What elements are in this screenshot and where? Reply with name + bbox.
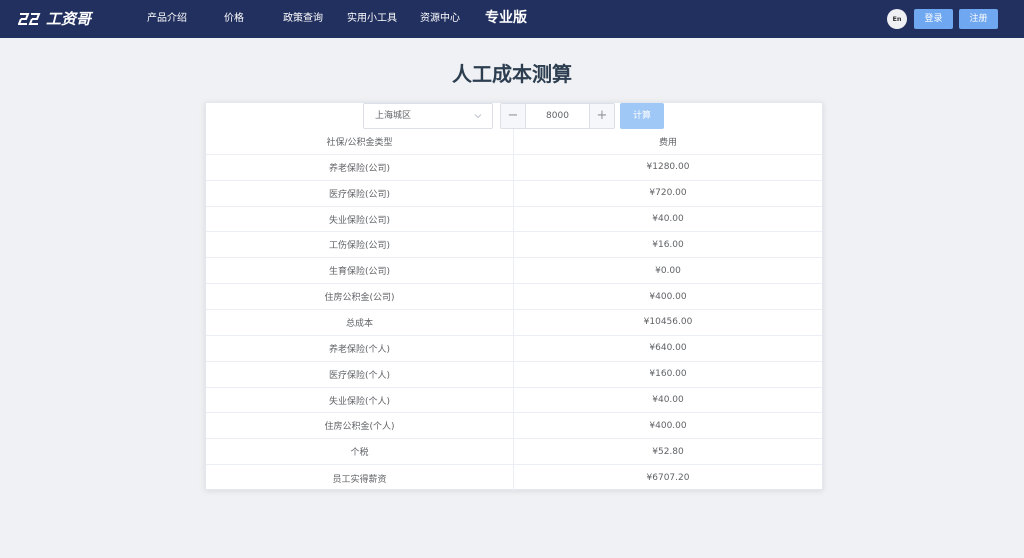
logo-mark-icon	[18, 13, 41, 25]
nav-item-policy-query[interactable]: 政策查询	[283, 11, 323, 27]
minus-icon[interactable]: −	[501, 104, 526, 128]
logo-text: 工资哥	[46, 10, 92, 28]
language-switch-button[interactable]: En	[887, 9, 907, 29]
table-row: 总成本 ¥10456.00	[206, 310, 822, 336]
nav-item-pro-version[interactable]: 专业版	[485, 8, 527, 28]
table-row: 失业保险(个人) ¥40.00	[206, 387, 822, 414]
table-row: 个税 ¥52.80	[206, 439, 822, 466]
nav-item-product-intro[interactable]: 产品介绍	[147, 11, 187, 27]
row-type-cell: 养老保险(公司)	[206, 154, 514, 180]
row-cost-cell: ¥40.00	[652, 395, 684, 406]
row-cost-cell: ¥6707.20	[646, 473, 690, 484]
calculate-button[interactable]: 计算	[620, 103, 664, 129]
result-table: 社保/公积金类型 费用 养老保险(公司) ¥1280.00 医疗保险(公司) ¥720…	[206, 129, 822, 492]
table-row: 员工实得薪资 ¥6707.20	[206, 465, 822, 492]
nav-item-resource-center[interactable]: 资源中心	[420, 11, 460, 27]
row-cost-cell: ¥1280.00	[646, 162, 690, 173]
login-button[interactable]: 登录	[914, 9, 953, 29]
nav-item-tools[interactable]: 实用小工具	[347, 11, 397, 27]
city-select[interactable]: 上海城区	[363, 103, 493, 129]
nav-item-pricing[interactable]: 价格	[224, 11, 244, 27]
table-row: 养老保险(公司) ¥1280.00	[206, 154, 822, 181]
row-cost-cell: ¥16.00	[652, 239, 684, 250]
chevron-down-icon	[474, 114, 482, 119]
logo[interactable]: 工资哥	[18, 9, 91, 29]
header-type: 社保/公积金类型	[206, 129, 514, 154]
table-row: 住房公积金(公司) ¥400.00	[206, 284, 822, 311]
table-row: 养老保险(个人) ¥640.00	[206, 335, 822, 362]
row-type-cell: 住房公积金(个人)	[206, 413, 514, 439]
salary-input[interactable]: 8000	[526, 104, 589, 128]
table-row: 工伤保险(公司) ¥16.00	[206, 232, 822, 259]
row-cost-cell: ¥160.00	[649, 369, 687, 380]
row-cost-cell: ¥400.00	[649, 291, 687, 302]
city-select-value: 上海城区	[375, 111, 412, 121]
page-title: 人工成本测算	[452, 62, 572, 86]
row-cost-cell: ¥40.00	[652, 214, 684, 224]
row-cost-cell: ¥720.00	[649, 188, 687, 199]
row-type-cell: 失业保险(公司)	[206, 206, 514, 232]
row-cost-cell: ¥0.00	[655, 265, 681, 276]
row-type-cell: 工伤保险(公司)	[206, 232, 514, 258]
row-type-cell: 员工实得薪资	[206, 465, 514, 492]
row-type-cell: 住房公积金(公司)	[206, 284, 514, 310]
table-header-row: 社保/公积金类型 费用	[206, 129, 822, 155]
register-button[interactable]: 注册	[959, 9, 998, 29]
plus-icon[interactable]: +	[589, 104, 614, 128]
salary-stepper[interactable]: − 8000 +	[500, 103, 615, 129]
table-row: 失业保险(公司) ¥40.00	[206, 206, 822, 233]
table-row: 医疗保险(公司) ¥720.00	[206, 180, 822, 207]
header-cost: 费用	[658, 137, 677, 148]
row-type-cell: 医疗保险(公司)	[206, 180, 514, 206]
top-navbar: 工资哥 产品介绍 价格 政策查询 实用小工具 资源中心 专业版 En 登录 注册	[0, 0, 1024, 38]
table-row: 住房公积金(个人) ¥400.00	[206, 413, 822, 440]
row-type-cell: 个税	[206, 439, 514, 465]
row-type-cell: 医疗保险(个人)	[206, 361, 514, 387]
table-row: 生育保险(公司) ¥0.00	[206, 258, 822, 285]
row-type-cell: 养老保险(个人)	[206, 335, 514, 361]
row-cost-cell: ¥10456.00	[643, 317, 693, 328]
row-cost-cell: ¥52.80	[652, 446, 684, 457]
row-type-cell: 总成本	[206, 310, 514, 335]
row-type-cell: 失业保险(个人)	[206, 387, 514, 413]
row-cost-cell: ¥400.00	[649, 420, 687, 431]
table-row: 医疗保险(个人) ¥160.00	[206, 361, 822, 388]
row-type-cell: 生育保险(公司)	[206, 258, 514, 284]
row-cost-cell: ¥640.00	[649, 343, 687, 354]
